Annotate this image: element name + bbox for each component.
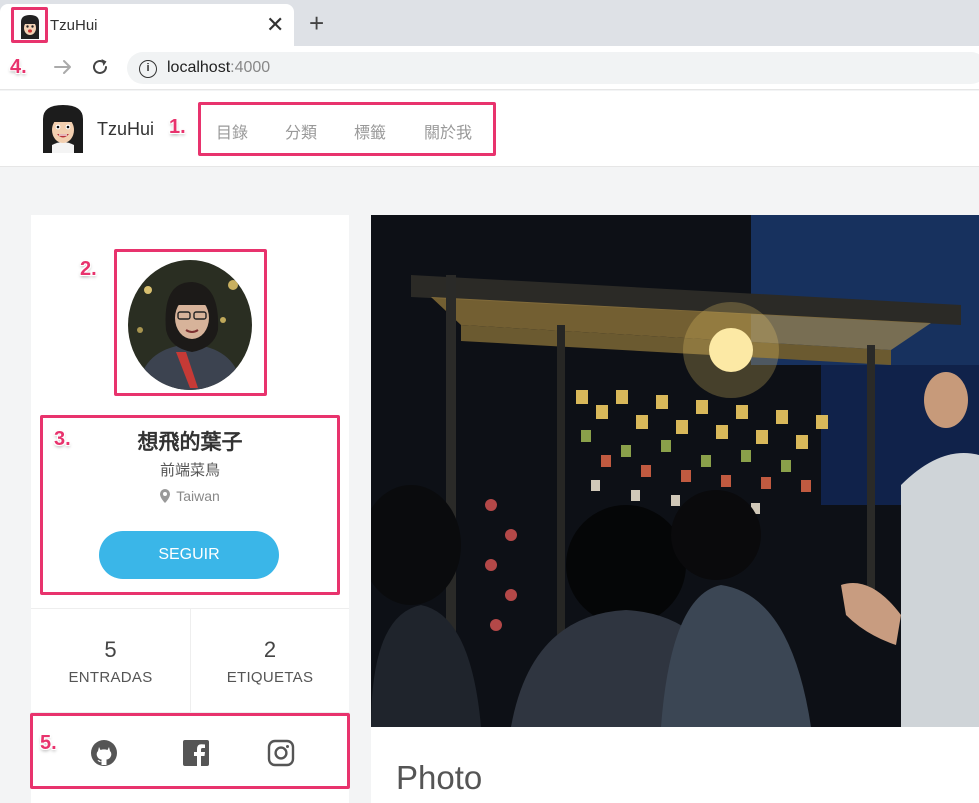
annotation-label-5: 5. — [40, 732, 57, 754]
forward-icon[interactable] — [52, 56, 74, 78]
annotation-label-2: 2. — [80, 258, 97, 280]
stat-label: ENTRADAS — [68, 669, 153, 686]
tab-title: TzuHui — [50, 17, 98, 34]
new-tab-icon[interactable]: + — [309, 8, 324, 38]
address-bar[interactable]: i localhost:4000 — [127, 52, 979, 84]
url-text: localhost:4000 — [167, 59, 270, 77]
close-tab-icon[interactable]: ✕ — [266, 13, 284, 37]
stat-label: ETIQUETAS — [226, 669, 314, 686]
annotation-box-4 — [11, 7, 48, 43]
stat-count: 5 — [104, 637, 117, 662]
annotation-label-1: 1. — [169, 116, 186, 138]
url-port: :4000 — [230, 59, 271, 76]
site-info-icon[interactable]: i — [139, 60, 157, 78]
annotation-box-5 — [30, 713, 350, 789]
site-logo-avatar-icon[interactable] — [38, 103, 88, 153]
stat-posts[interactable]: 5 ENTRADAS — [31, 609, 190, 713]
browser-tabbar: TzuHui ✕ + — [0, 0, 979, 46]
browser-toolbar: i localhost:4000 — [0, 46, 979, 90]
stat-count: 2 — [263, 637, 277, 662]
post-card: Photo — [371, 215, 979, 803]
author-stats: 5 ENTRADAS 2 ETIQUETAS — [31, 608, 349, 713]
reload-icon[interactable] — [89, 56, 111, 78]
annotation-box-3 — [40, 415, 340, 595]
annotation-label-3: 3. — [54, 428, 71, 450]
url-host: localhost — [167, 59, 231, 76]
stat-tags[interactable]: 2 ETIQUETAS — [190, 609, 349, 713]
annotation-box-2 — [114, 249, 267, 396]
annotation-label-4: 4. — [10, 56, 27, 78]
post-photo[interactable] — [371, 215, 979, 727]
post-title[interactable]: Photo — [396, 759, 482, 797]
site-title[interactable]: TzuHui — [97, 119, 154, 140]
annotation-box-1 — [198, 102, 496, 156]
